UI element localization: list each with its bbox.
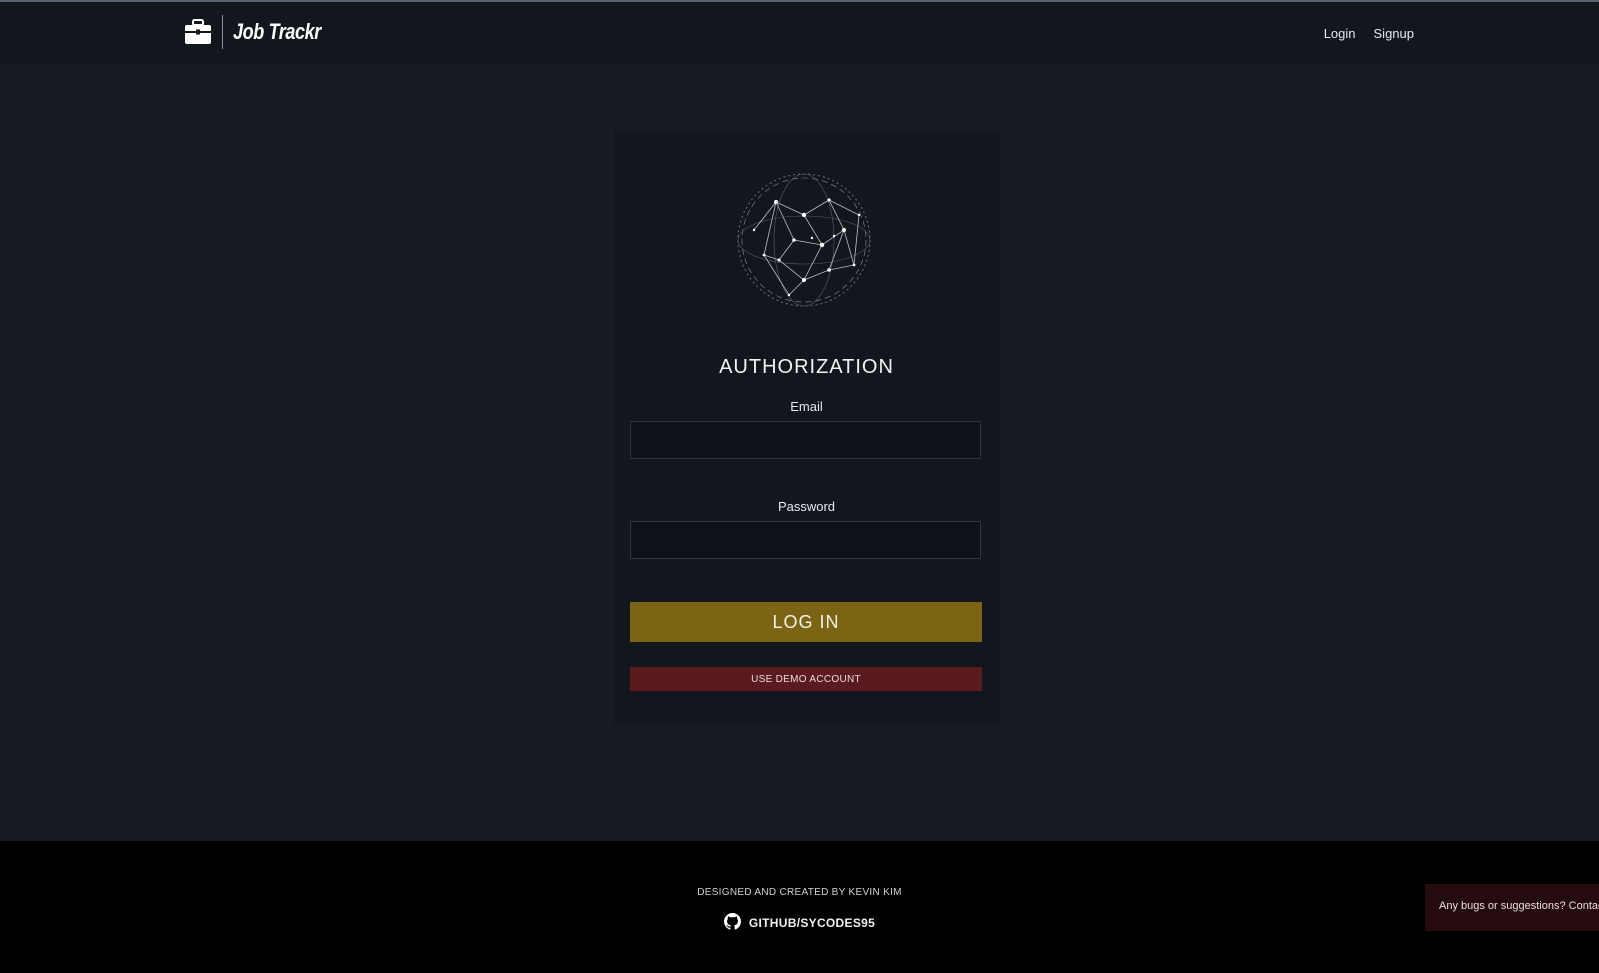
github-link[interactable]: GITHUB/SYCODES95 <box>723 913 876 933</box>
email-field[interactable] <box>630 421 981 459</box>
password-label: Password <box>777 499 836 514</box>
password-field[interactable] <box>630 521 981 559</box>
auth-title: AUTHORIZATION <box>719 356 894 378</box>
login-button[interactable]: LOG IN <box>630 602 982 642</box>
github-link-label: GITHUB/SYCODES95 <box>748 916 876 930</box>
brand[interactable]: Job Trackr <box>184 14 340 50</box>
auth-card: AUTHORIZATION Email Password LOG IN USE … <box>614 130 999 725</box>
email-label: Email <box>790 399 823 414</box>
footer-credit: DESIGNED AND CREATED BY KEVIN KIM <box>697 887 902 898</box>
navbar: Job Trackr Login Signup <box>0 2 1599 65</box>
nav-signup-link[interactable]: Signup <box>1374 26 1414 41</box>
briefcase-icon <box>184 18 212 46</box>
footer: DESIGNED AND CREATED BY KEVIN KIM GITHUB… <box>0 841 1599 973</box>
brand-title: Job Trackr <box>233 19 321 44</box>
github-icon <box>723 913 741 933</box>
nav-login-link[interactable]: Login <box>1324 26 1356 41</box>
demo-account-button[interactable]: USE DEMO ACCOUNT <box>630 667 982 691</box>
footer-github: GITHUB/SYCODES95 <box>0 913 1599 933</box>
brand-divider <box>222 15 223 49</box>
nav-links: Login Signup <box>1324 26 1414 41</box>
network-globe-icon <box>737 173 871 307</box>
feedback-tab[interactable]: Any bugs or suggestions? Contac <box>1425 884 1599 931</box>
